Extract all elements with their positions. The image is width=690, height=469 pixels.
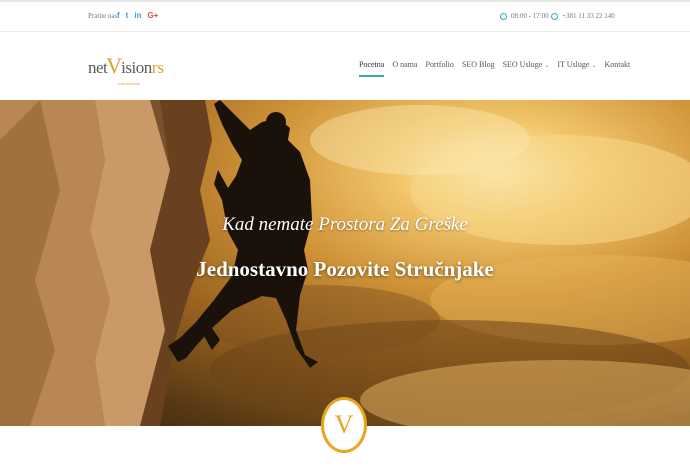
chevron-down-icon: ⌄: [544, 63, 550, 69]
logo-text-v: V: [106, 53, 123, 78]
nav-item-portfolio[interactable]: Portfolio: [425, 60, 453, 69]
brand-badge-letter: V: [334, 410, 354, 439]
site-logo[interactable]: net V ision rs: [88, 53, 164, 79]
nav-item-seo-blog[interactable]: SEO Blog: [462, 60, 495, 69]
nav-item-it-usluge[interactable]: IT Usluge ⌄: [557, 60, 596, 69]
logo-text-ision: ision: [121, 58, 152, 77]
nav-item-kontakt[interactable]: Kontakt: [604, 60, 630, 69]
hero-banner: Kad nemate Prostora Za Greške Jednostavn…: [0, 100, 690, 426]
logo-text-rs: rs: [151, 58, 165, 77]
nav-label: SEO Blog: [461, 60, 495, 69]
google-plus-icon[interactable]: G+: [147, 11, 158, 21]
main-nav: Pocetna O nama Portfolio SEO Blog SEO Us…: [359, 60, 638, 77]
nav-item-o-nama[interactable]: O nama: [392, 60, 417, 69]
phone-icon: [551, 12, 558, 20]
linkedin-icon[interactable]: in: [134, 11, 141, 21]
site-header: net V ision rs web solutions Pocetna O n…: [0, 32, 690, 100]
logo-tagline: web solutions: [118, 81, 141, 86]
top-bar: Pratite nas: f t in G+ 08:00 - 17:00 +38…: [0, 0, 690, 32]
nav-label: SEO Usluge: [502, 60, 543, 69]
follow-us-label: Pratite nas:: [88, 12, 120, 20]
social-links: f t in G+: [117, 11, 158, 21]
working-hours: 08:00 - 17:00: [500, 12, 549, 20]
nav-label: O nama: [392, 60, 418, 69]
logo-text-net: net: [88, 58, 108, 77]
hero-title: Jednostavno Pozovite Stručnjake: [196, 257, 494, 281]
phone-number[interactable]: +381 11 33 22 140: [562, 12, 615, 20]
twitter-icon[interactable]: t: [126, 11, 129, 21]
nav-label: IT Usluge: [557, 60, 590, 69]
facebook-icon[interactable]: f: [117, 11, 120, 21]
nav-item-seo-usluge[interactable]: SEO Usluge ⌄: [503, 60, 550, 69]
nav-label: Kontakt: [604, 60, 631, 69]
brand-badge-icon: V: [321, 397, 367, 453]
nav-label: Portfolio: [425, 60, 454, 69]
hero-subtitle: Kad nemate Prostora Za Greške: [222, 214, 468, 235]
working-hours-text: 08:00 - 17:00: [511, 12, 549, 20]
clock-icon: [500, 12, 507, 20]
phone-contact[interactable]: +381 11 33 22 140: [551, 12, 615, 20]
nav-item-pocetna[interactable]: Pocetna: [359, 60, 385, 77]
nav-label: Pocetna: [359, 60, 385, 69]
chevron-down-icon: ⌄: [591, 63, 597, 69]
